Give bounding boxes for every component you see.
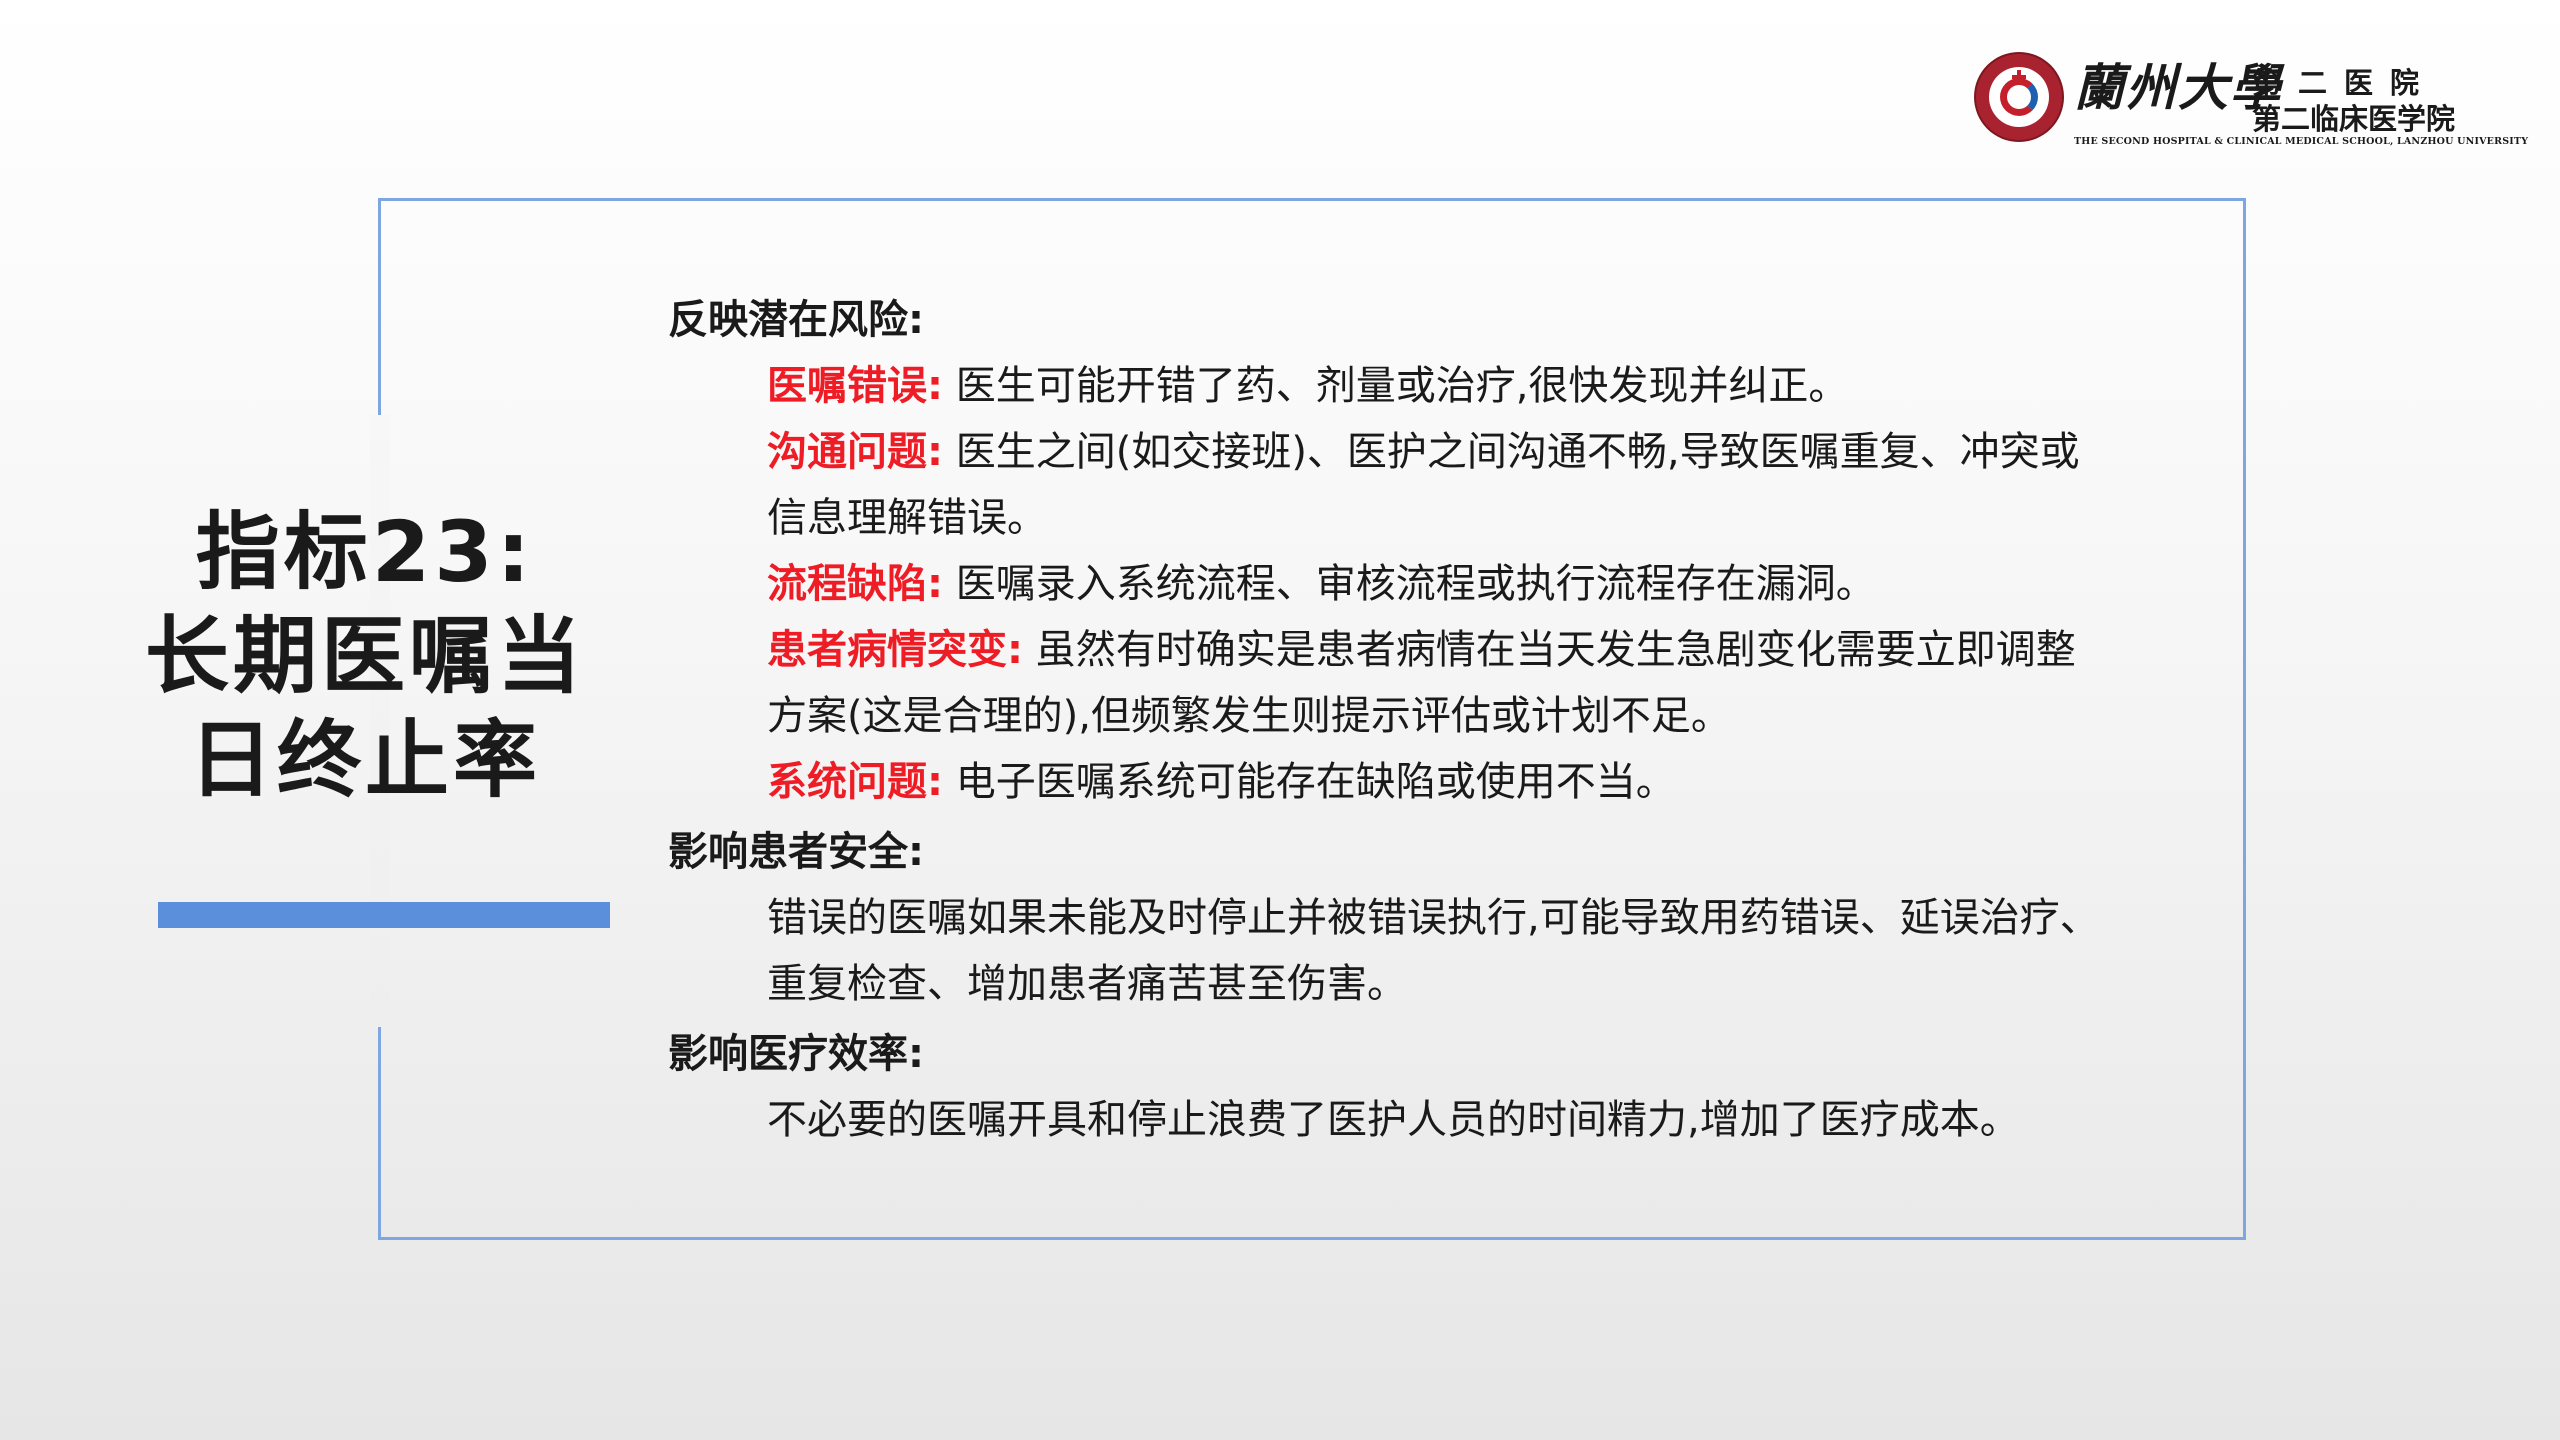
logo-calligraphy: 蘭州大學 bbox=[2074, 58, 2282, 117]
risk-item-patient-change: 患者病情突变: 虽然有时确实是患者病情在当天发生急剧变化需要立即调整 bbox=[668, 617, 2188, 683]
safety-line-1: 错误的医嘱如果未能及时停止并被错误执行,可能导致用药错误、延误治疗、 bbox=[767, 895, 2100, 941]
title-accent-bar bbox=[158, 902, 610, 928]
section-heading-safety: 影响患者安全: bbox=[668, 829, 924, 875]
risk-item-patient-change-cont: 方案(这是合理的),但频繁发生则提示评估或计划不足。 bbox=[767, 693, 1731, 739]
safety-line-2: 重复检查、增加患者痛苦甚至伤害。 bbox=[767, 961, 1407, 1007]
efficiency-line-1: 不必要的医嘱开具和停止浪费了医护人员的时间精力,增加了医疗成本。 bbox=[767, 1097, 2020, 1143]
risk-item-text: 医生可能开错了药、剂量或治疗,很快发现并纠正。 bbox=[943, 363, 1849, 409]
content-body: 反映潜在风险: 医嘱错误: 医生可能开错了药、剂量或治疗,很快发现并纠正。 沟通… bbox=[668, 283, 2188, 1153]
risk-item-text: 虽然有时确实是患者病情在当天发生急剧变化需要立即调整 bbox=[1023, 627, 2076, 673]
section-heading-risk: 反映潜在风险: bbox=[668, 297, 924, 343]
risk-item-label: 系统问题: bbox=[767, 759, 943, 805]
slide-title-line-3: 日终止率 bbox=[188, 711, 541, 809]
risk-item-communication: 沟通问题: 医生之间(如交接班)、医护之间沟通不畅,导致医嘱重复、冲突或 bbox=[668, 419, 2188, 485]
risk-item-system: 系统问题: 电子医嘱系统可能存在缺陷或使用不当。 bbox=[668, 749, 2188, 815]
section-heading-efficiency: 影响医疗效率: bbox=[668, 1031, 924, 1077]
risk-item-communication-cont: 信息理解错误。 bbox=[767, 495, 1047, 541]
risk-item-order-error: 医嘱错误: 医生可能开错了药、剂量或治疗,很快发现并纠正。 bbox=[668, 353, 2188, 419]
risk-item-label: 沟通问题: bbox=[767, 429, 943, 475]
risk-item-label: 患者病情突变: bbox=[767, 627, 1023, 673]
risk-item-process: 流程缺陷: 医嘱录入系统流程、审核流程或执行流程存在漏洞。 bbox=[668, 551, 2188, 617]
slide-title-line-1: 指标23: bbox=[195, 503, 535, 601]
logo-english-name: THE SECOND HOSPITAL & CLINICAL MEDICAL S… bbox=[2074, 136, 2529, 147]
hospital-seal-icon bbox=[1976, 54, 2062, 140]
logo-school-name: 第二临床医学院 bbox=[2252, 102, 2456, 136]
slide-title: 指标23: 长期医嘱当 日终止率 bbox=[100, 500, 630, 812]
risk-item-text: 医嘱录入系统流程、审核流程或执行流程存在漏洞。 bbox=[943, 561, 1876, 607]
risk-item-text: 医生之间(如交接班)、医护之间沟通不畅,导致医嘱重复、冲突或 bbox=[943, 429, 2080, 475]
risk-item-text: 电子医嘱系统可能存在缺陷或使用不当。 bbox=[943, 759, 1676, 805]
risk-item-label: 医嘱错误: bbox=[767, 363, 943, 409]
hospital-logo: 蘭州大學 第二医院 第二临床医学院 THE SECOND HOSPITAL & … bbox=[1976, 52, 2528, 154]
slide-title-line-2: 长期医嘱当 bbox=[144, 607, 585, 705]
risk-item-label: 流程缺陷: bbox=[767, 561, 943, 607]
